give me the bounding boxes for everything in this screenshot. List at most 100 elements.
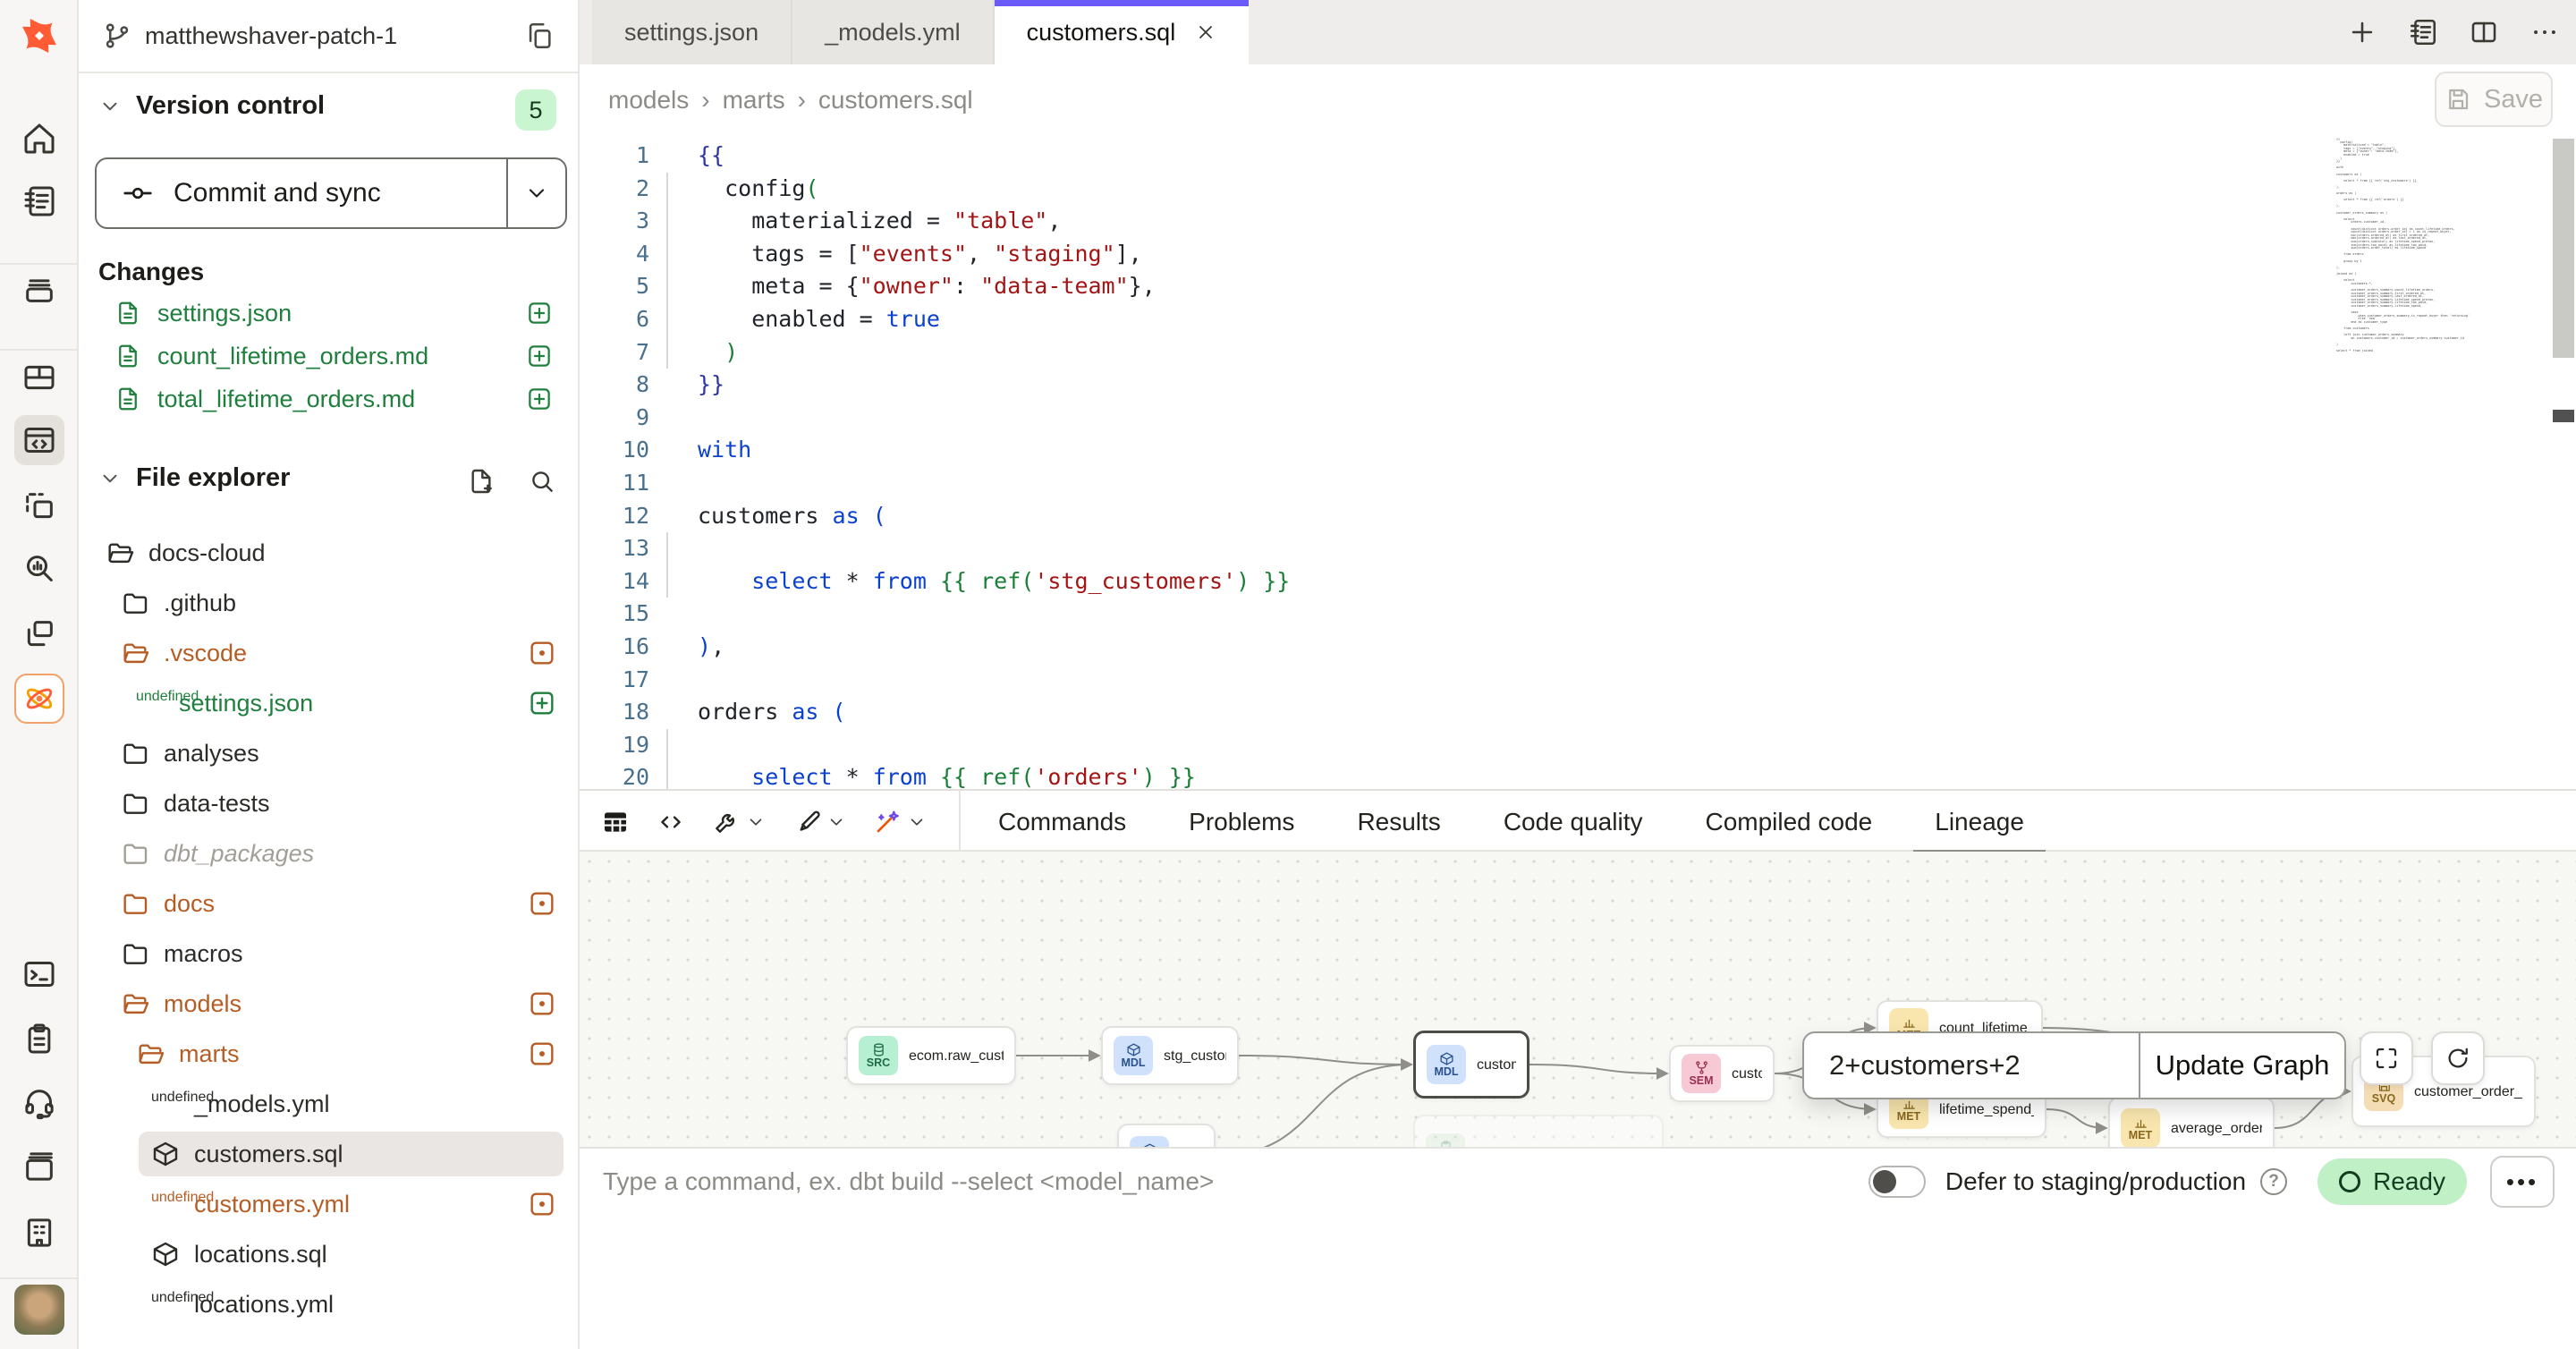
tree-item-locations-yml[interactable]: undefinedlocations.yml — [79, 1279, 580, 1329]
tree-item-marts[interactable]: marts — [79, 1029, 580, 1079]
update-graph-button[interactable]: Update Graph — [2139, 1033, 2344, 1098]
lineage-node-test_bools[interactable]: TST test_order_items_compute_to_bools_co… — [1413, 1115, 1664, 1147]
docs-notebook-icon[interactable] — [14, 176, 64, 226]
search-files-icon[interactable] — [528, 467, 556, 496]
tree-item-models[interactable]: models — [79, 979, 580, 1029]
user-avatar[interactable] — [14, 1285, 64, 1335]
code-line-15[interactable]: 15 — [580, 598, 2576, 631]
dbt-logo-icon[interactable] — [13, 11, 66, 61]
explore-search-icon[interactable] — [14, 544, 64, 594]
tree-item-customers-sql[interactable]: customers.sql — [79, 1129, 580, 1179]
changed-file-row[interactable]: count_lifetime_orders.md — [79, 335, 580, 378]
editor-tab-customers-sql[interactable]: customers.sql — [995, 0, 1250, 64]
tree-item-data-tests[interactable]: data-tests — [79, 778, 580, 828]
panel-tab-commands[interactable]: Commands — [993, 791, 1131, 853]
format-icon[interactable] — [792, 808, 846, 836]
lineage-node-customers_sem[interactable]: SEM customers — [1669, 1045, 1775, 1102]
code-line-10[interactable]: 10with — [580, 434, 2576, 467]
tree-item-dbt-packages[interactable]: dbt_packages — [79, 828, 580, 878]
more-options-icon[interactable] — [2529, 17, 2560, 47]
status-more-button[interactable]: ••• — [2490, 1156, 2555, 1208]
code-line-7[interactable]: 7 ) — [580, 336, 2576, 369]
windows-apps-icon[interactable] — [14, 609, 64, 659]
stage-file-icon[interactable] — [526, 386, 553, 412]
new-file-icon[interactable] — [467, 467, 496, 496]
lineage-selector-input[interactable]: 2+customers+2 — [1804, 1033, 2139, 1098]
tree-item-docs-cloud[interactable]: docs-cloud — [79, 528, 580, 578]
save-button[interactable]: Save — [2435, 72, 2553, 127]
code-line-17[interactable]: 17 — [580, 664, 2576, 697]
editor-tab-settings-json[interactable]: settings.json — [592, 0, 792, 64]
tree-item-macros[interactable]: macros — [79, 929, 580, 979]
changed-file-row[interactable]: settings.json — [79, 292, 580, 335]
code-line-14[interactable]: 14 select * from {{ ref('stg_customers')… — [580, 565, 2576, 598]
code-line-16[interactable]: 16), — [580, 631, 2576, 664]
lineage-node-average_order_value[interactable]: MET average_order_value — [2108, 1097, 2275, 1147]
version-control-header[interactable]: Version control — [98, 91, 325, 121]
code-line-9[interactable]: 9 — [580, 402, 2576, 435]
lineage-node-orders[interactable]: MDL orders — [1117, 1124, 1216, 1147]
panel-tab-results[interactable]: Results — [1352, 791, 1445, 853]
tree-item-settings-json[interactable]: undefinedsettings.json — [79, 678, 580, 728]
panel-tab-lineage[interactable]: Lineage — [1929, 791, 2029, 853]
editor-tab--models-yml[interactable]: _models.yml — [792, 0, 995, 64]
dbt-copilot-icon[interactable] — [873, 808, 927, 836]
terminal-icon[interactable] — [14, 949, 64, 999]
stage-file-icon[interactable] — [526, 343, 553, 369]
code-editor-icon[interactable] — [14, 415, 64, 465]
defer-toggle[interactable] — [1868, 1166, 1926, 1198]
code-line-19[interactable]: 19 — [580, 729, 2576, 762]
breadcrumb-part[interactable]: customers.sql — [818, 86, 973, 115]
code-line-5[interactable]: 5 meta = {"owner": "data-team"}, — [580, 270, 2576, 303]
logs-clipboard-icon[interactable] — [14, 1014, 64, 1064]
code-line-3[interactable]: 3 materialized = "table", — [580, 205, 2576, 238]
minimap[interactable]: {{ config( materialized = "table", tags … — [2336, 138, 2478, 381]
breadcrumb-part[interactable]: marts — [723, 86, 785, 115]
ready-status-badge[interactable]: Ready — [2318, 1158, 2467, 1205]
build-tools-icon[interactable] — [712, 808, 766, 836]
panel-tab-problems[interactable]: Problems — [1183, 791, 1300, 853]
code-line-6[interactable]: 6 enabled = true — [580, 303, 2576, 336]
dashboard-grid-icon[interactable] — [14, 352, 64, 403]
panel-tab-compiled-code[interactable]: Compiled code — [1699, 791, 1877, 853]
fullscreen-button[interactable] — [2360, 1031, 2413, 1085]
tree-item--github[interactable]: .github — [79, 578, 580, 628]
tree-item-docs[interactable]: docs — [79, 878, 580, 929]
home-icon[interactable] — [14, 114, 64, 164]
code-line-18[interactable]: 18orders as ( — [580, 696, 2576, 729]
organization-building-icon[interactable] — [14, 1208, 64, 1258]
code-icon[interactable] — [657, 808, 685, 836]
refresh-graph-button[interactable] — [2431, 1031, 2485, 1085]
stage-file-icon[interactable] — [526, 300, 553, 327]
scrollbar-thumb[interactable] — [2553, 139, 2574, 358]
code-line-8[interactable]: 8}} — [580, 369, 2576, 402]
copilot-atom-icon[interactable] — [14, 674, 64, 724]
code-line-4[interactable]: 4 tags = ["events", "staging"], — [580, 238, 2576, 271]
results-table-icon[interactable] — [601, 808, 630, 836]
code-line-1[interactable]: 1{{ — [580, 140, 2576, 173]
lineage-node-raw_customers[interactable]: SRC ecom.raw_customers — [846, 1026, 1016, 1085]
code-line-11[interactable]: 11 — [580, 467, 2576, 500]
code-line-12[interactable]: 12customers as ( — [580, 500, 2576, 533]
new-tab-icon[interactable] — [2347, 17, 2377, 47]
file-explorer-header[interactable]: File explorer — [98, 463, 290, 493]
tree-item--vscode[interactable]: .vscode — [79, 628, 580, 678]
command-input[interactable]: Type a command, ex. dbt build --select <… — [603, 1167, 1868, 1196]
tree-item-analyses[interactable]: analyses — [79, 728, 580, 778]
code-line-2[interactable]: 2 config( — [580, 173, 2576, 206]
close-tab-icon[interactable] — [1195, 21, 1216, 43]
commit-and-sync-button[interactable]: Commit and sync — [95, 157, 567, 229]
jobs-archive-icon[interactable] — [14, 264, 64, 314]
tree-item-locations-sql[interactable]: locations.sql — [79, 1229, 580, 1279]
panel-tab-code-quality[interactable]: Code quality — [1498, 791, 1648, 853]
copy-branch-icon[interactable] — [524, 21, 555, 51]
help-icon[interactable]: ? — [2260, 1168, 2287, 1195]
support-headset-icon[interactable] — [14, 1078, 64, 1128]
open-editors-icon[interactable] — [2408, 17, 2438, 47]
lineage-node-stg_customers[interactable]: MDL stg_customers — [1101, 1026, 1239, 1085]
canvas-select-icon[interactable] — [14, 481, 64, 531]
tree-item-customers-yml[interactable]: undefinedcustomers.yml — [79, 1179, 580, 1229]
docs-book-icon[interactable] — [14, 1141, 64, 1192]
code-line-13[interactable]: 13 — [580, 532, 2576, 565]
split-editor-icon[interactable] — [2469, 17, 2499, 47]
